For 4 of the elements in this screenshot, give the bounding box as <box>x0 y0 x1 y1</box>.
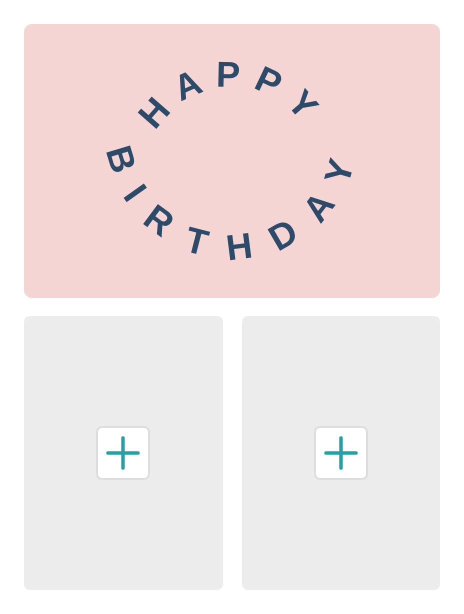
add-button[interactable] <box>314 426 368 480</box>
plus-icon <box>106 436 140 470</box>
plus-icon <box>324 436 358 470</box>
add-button[interactable] <box>96 426 150 480</box>
